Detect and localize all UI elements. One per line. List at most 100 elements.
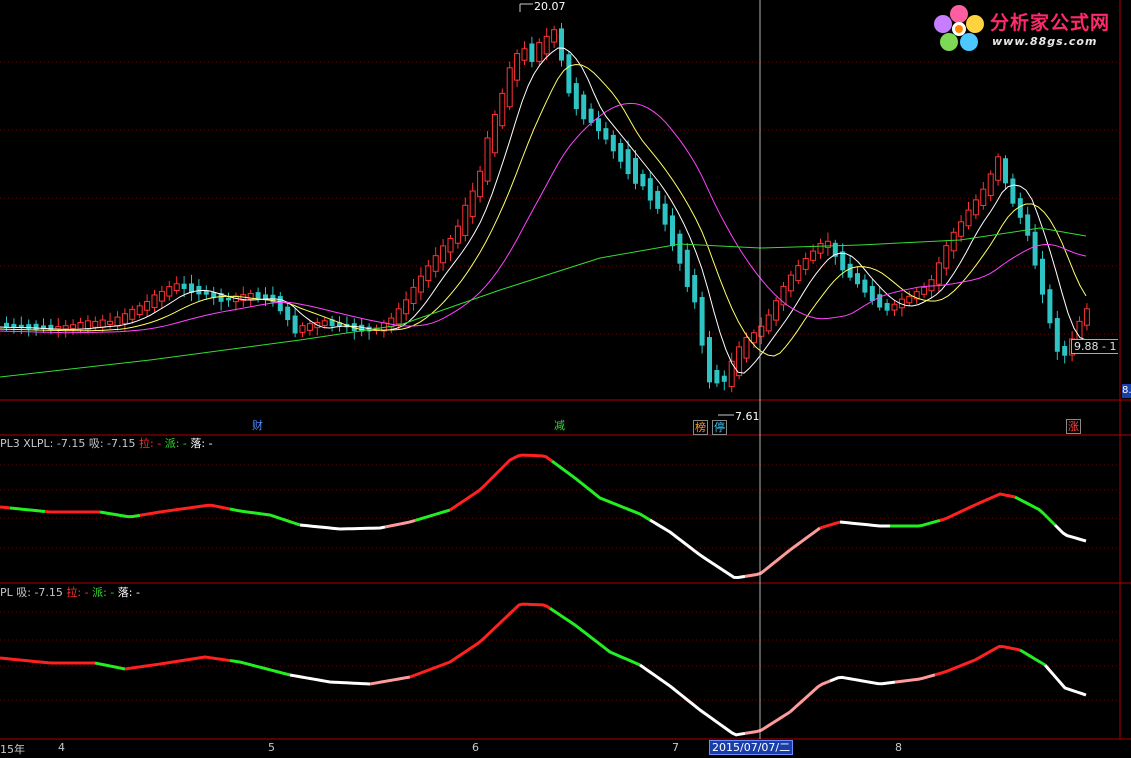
- candle-body-up: [551, 29, 558, 43]
- candle-body-up: [99, 319, 106, 328]
- indicator2-line-segment: [1019, 648, 1046, 667]
- candle-body-down: [707, 337, 712, 383]
- candle-body-up: [536, 41, 543, 62]
- indicator2-line-segment: [549, 607, 641, 667]
- candle-body-up: [121, 313, 128, 324]
- candle-body-up: [995, 156, 1002, 181]
- indicator1-line-segment: [449, 453, 553, 512]
- indicator2-line-segment: [229, 659, 291, 677]
- candle-body-up: [299, 325, 306, 333]
- candle-body-up: [491, 114, 498, 154]
- candle-body-up: [987, 173, 994, 196]
- candle-body-down: [277, 296, 283, 312]
- candle-body-down: [840, 251, 846, 271]
- indicator1-line-segment: [99, 510, 141, 519]
- indicator2-line-segment: [513, 602, 551, 610]
- candle-body-up: [980, 188, 987, 207]
- indicator1-lift: 拉: -: [139, 437, 162, 450]
- candle-body-up: [477, 170, 484, 198]
- candle-body-up: [107, 320, 114, 325]
- candle-body-up: [321, 320, 328, 326]
- event-marker-ting[interactable]: 停: [712, 420, 727, 435]
- candle-body-down: [618, 143, 624, 162]
- candle-body-up: [144, 301, 151, 311]
- candle-body-up: [432, 255, 439, 272]
- candle-body-up: [499, 92, 506, 127]
- candle-body-down: [662, 203, 668, 225]
- candle-body-up: [950, 231, 957, 252]
- indicator2-lift: 拉: -: [66, 586, 89, 599]
- indicator1-line-segment: [0, 505, 11, 510]
- indicator2-absorb: PL 吸: -7.15: [0, 586, 63, 599]
- indicator1-line-segment: [1053, 523, 1087, 543]
- candle-body-down: [855, 273, 860, 285]
- candle-body-down: [603, 128, 609, 140]
- indicator1-line-segment: [339, 525, 386, 531]
- chart-canvas[interactable]: [0, 0, 1131, 758]
- candle-body-up: [306, 323, 313, 331]
- candle-body-up: [506, 67, 513, 108]
- candle-body-up: [70, 324, 77, 329]
- ma5-line: [0, 47, 1087, 374]
- candle-body-up: [958, 221, 965, 237]
- candle-body-up: [129, 308, 136, 320]
- candle-body-down: [1054, 318, 1060, 352]
- candle-body-down: [692, 275, 698, 303]
- candle-body-up: [514, 53, 521, 81]
- candle-body-down: [529, 43, 535, 62]
- candle-body-down: [1047, 289, 1053, 324]
- candle-body-down: [48, 324, 54, 331]
- candle-body-down: [862, 279, 868, 293]
- candle-body-down: [566, 54, 572, 94]
- candle-body-up: [810, 250, 817, 261]
- event-marker-bang[interactable]: 榜: [693, 420, 708, 435]
- indicator1-distribute: 派: -: [164, 437, 187, 450]
- event-marker-jian[interactable]: 减: [553, 419, 566, 432]
- indicator2-line-segment: [788, 679, 831, 714]
- time-axis-label-may: 5: [268, 741, 275, 754]
- candle-body-down: [1040, 258, 1045, 295]
- candle-body-up: [943, 245, 950, 269]
- last-price-label: 9.88 - 1: [1071, 339, 1119, 354]
- candle-body-up: [440, 245, 447, 264]
- time-axis-label-year: 15年: [0, 743, 25, 756]
- indicator2-line-segment: [829, 675, 896, 686]
- candle-body-up: [965, 209, 972, 227]
- candle-body-up: [403, 299, 410, 315]
- indicator1-line: [0, 453, 1087, 580]
- candle-body-down: [655, 190, 661, 209]
- candle-body-up: [410, 286, 417, 305]
- candle-body-up: [906, 295, 913, 304]
- indicator1-line-segment: [1014, 495, 1057, 527]
- candle-body-up: [802, 257, 809, 270]
- candle-body-up: [1083, 308, 1090, 326]
- candle-body-down: [647, 178, 653, 201]
- candle-body-down: [847, 263, 853, 278]
- indicator1-line-segment: [139, 503, 231, 517]
- candle-body-down: [33, 323, 39, 330]
- indicator2-line-segment: [124, 655, 231, 671]
- candle-body-up: [891, 303, 898, 311]
- candle-body-up: [136, 305, 143, 316]
- candle-body-up: [55, 326, 62, 330]
- candle-body-up: [758, 325, 765, 337]
- event-marker-cai[interactable]: 财: [251, 419, 264, 432]
- candle-body-down: [721, 375, 727, 382]
- logo-name: 分析家公式网: [990, 12, 1111, 34]
- candle-body-up: [824, 240, 831, 249]
- indicator2-line-segment: [409, 607, 517, 679]
- candle-body-up: [425, 265, 432, 282]
- indicator1-line-segment: [44, 510, 100, 514]
- candle-body-down: [884, 302, 890, 311]
- candle-body-down: [573, 83, 579, 110]
- time-axis-label-aug: 8: [895, 741, 902, 754]
- moving-average-lines: [0, 47, 1087, 378]
- candle-body-up: [765, 314, 772, 332]
- event-marker-zhang[interactable]: 涨: [1066, 419, 1081, 434]
- candle-body-up: [395, 308, 402, 325]
- candle-body-down: [292, 315, 298, 334]
- indicator2-distribute: 派: -: [92, 586, 115, 599]
- candle-body-up: [173, 283, 180, 291]
- candle-body-down: [1025, 214, 1031, 236]
- candle-body-up: [158, 290, 165, 302]
